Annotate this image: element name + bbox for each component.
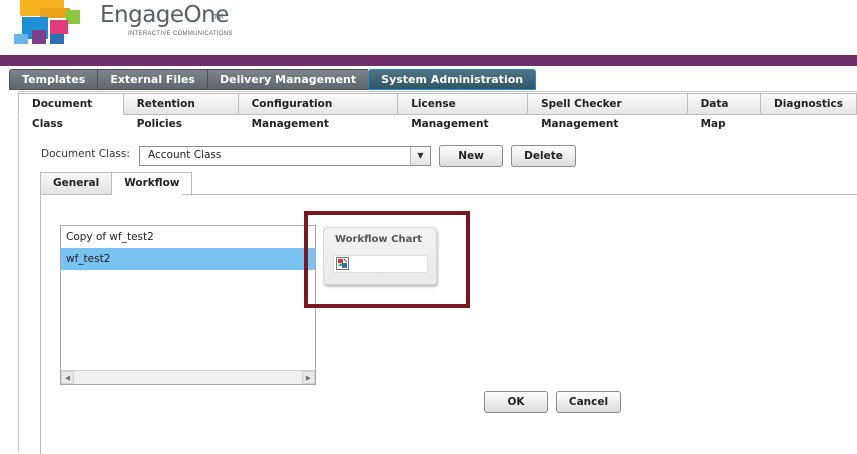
tab-document-class[interactable]: Document Class — [18, 93, 124, 130]
highlight-annotation — [304, 211, 470, 308]
cancel-button[interactable]: Cancel — [556, 391, 621, 413]
delete-button[interactable]: Delete — [511, 145, 576, 167]
horizontal-scrollbar[interactable]: ◀ ▶ — [61, 370, 315, 384]
ok-button[interactable]: OK — [484, 391, 548, 413]
sub-tab-bar: Document Class Retention Policies Config… — [18, 93, 857, 130]
document-class-value: Account Class — [148, 149, 222, 161]
tab-general[interactable]: General — [40, 172, 113, 195]
tab-system-administration[interactable]: System Administration — [368, 69, 537, 90]
tab-configuration-management[interactable]: Configuration Management — [238, 93, 399, 130]
inner-tab-bar: General Workflow — [40, 172, 193, 196]
tab-license-management[interactable]: License Management — [398, 93, 529, 130]
main-tab-bar: Templates External Files Delivery Manage… — [9, 69, 537, 90]
engageone-logo: EngageOne TM INTERACTIVE COMMUNICATIONS — [10, 0, 250, 50]
logo-wordmark: EngageOne — [100, 2, 229, 28]
list-item-selected[interactable]: wf_test2 — [61, 248, 315, 270]
tab-data-map[interactable]: Data Map — [687, 93, 762, 130]
tab-templates[interactable]: Templates — [9, 69, 98, 90]
brand-band — [0, 55, 857, 66]
document-class-select[interactable]: Account Class ▼ — [139, 146, 431, 166]
logo-squares-icon — [14, 0, 80, 44]
scroll-left-icon[interactable]: ◀ — [61, 371, 74, 384]
tab-diagnostics[interactable]: Diagnostics — [761, 93, 857, 115]
tab-spell-checker-management[interactable]: Spell Checker Management — [528, 93, 688, 130]
workflow-list[interactable]: Copy of wf_test2 wf_test2 ◀ ▶ — [60, 225, 316, 385]
logo-tagline: INTERACTIVE COMMUNICATIONS — [128, 31, 233, 37]
tab-workflow[interactable]: Workflow — [112, 172, 193, 196]
dropdown-arrow-icon[interactable]: ▼ — [410, 147, 430, 165]
tab-external-files[interactable]: External Files — [97, 69, 207, 90]
sub-tab-divider — [124, 114, 857, 115]
tab-retention-policies[interactable]: Retention Policies — [123, 93, 239, 130]
list-item[interactable]: Copy of wf_test2 — [61, 226, 315, 248]
scroll-right-icon[interactable]: ▶ — [302, 371, 315, 384]
new-button[interactable]: New — [439, 145, 503, 167]
tab-delivery-management[interactable]: Delivery Management — [206, 69, 369, 90]
document-class-label: Document Class: — [41, 148, 130, 160]
logo-trademark: TM — [213, 14, 224, 21]
